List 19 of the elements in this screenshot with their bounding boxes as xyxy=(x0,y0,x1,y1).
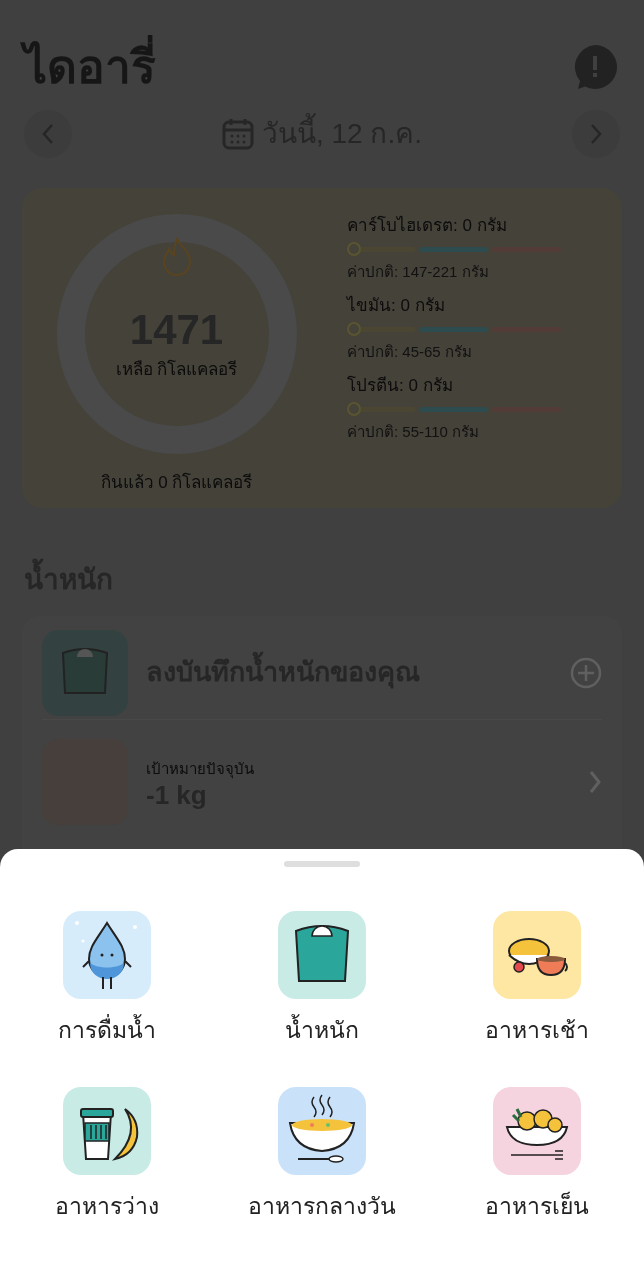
macro-label: ไขมัน: 0 กรัม xyxy=(347,294,446,317)
soup-bowl-drawing[interactable] xyxy=(278,1087,366,1175)
menu-item-label[interactable]: การดื่มน้ำ xyxy=(58,1013,157,1047)
menu-item-label[interactable]: อาหารว่าง xyxy=(55,1189,160,1223)
macro-label: คาร์โบไฮเดรต: 0 กรัม xyxy=(347,214,508,237)
menu-item-label[interactable]: อาหารเย็น xyxy=(484,1189,589,1223)
scale-drawing[interactable] xyxy=(278,911,366,999)
calories-eaten: กินแล้ว 0 กิโลแคลอรี xyxy=(100,471,253,494)
menu-item-label[interactable]: อาหารเช้า xyxy=(484,1013,589,1047)
water-drop-drawing[interactable] xyxy=(63,911,152,999)
macro-label: โปรตีน: 0 กรัม xyxy=(347,374,454,397)
calendar-icon xyxy=(221,117,254,151)
snack-drawing[interactable] xyxy=(63,1087,152,1175)
breakfast-drawing[interactable] xyxy=(492,911,581,999)
calories-remaining-label: เหลือ กิโลแคลอรี xyxy=(115,358,238,382)
menu-item-label[interactable]: อาหารกลางวัน xyxy=(248,1189,396,1223)
dinner-plate-drawing[interactable] xyxy=(492,1087,581,1175)
menu-item-label[interactable]: น้ำหนัก xyxy=(285,1013,359,1047)
scale-icon xyxy=(42,629,128,716)
